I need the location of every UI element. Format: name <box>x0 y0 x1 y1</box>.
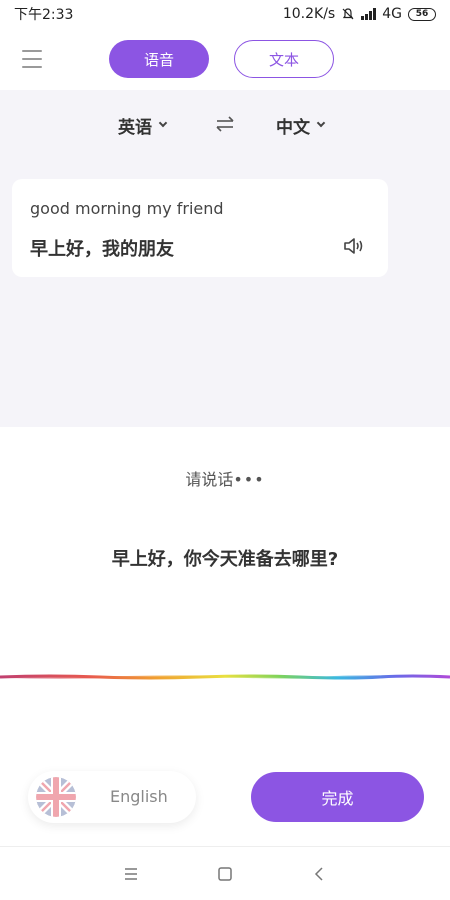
chevron-down-icon <box>316 118 326 128</box>
source-language-select[interactable]: 英语 <box>118 110 168 140</box>
menu-icon[interactable] <box>120 863 142 885</box>
battery-level: 56 <box>415 8 429 19</box>
source-language-label: 英语 <box>118 117 152 138</box>
tab-text[interactable]: 文本 <box>234 40 334 78</box>
system-nav-bar <box>0 846 450 900</box>
language-selector-row: 英语 中文 <box>0 110 450 140</box>
mute-bell-icon <box>342 8 354 20</box>
signal-icon <box>361 8 377 20</box>
source-text: good morning my friend <box>30 199 224 218</box>
translation-card: good morning my friend 早上好，我的朋友 <box>12 179 388 277</box>
translation-panel: 英语 中文 good morning my friend 早上好，我的朋友 <box>0 90 450 427</box>
home-icon[interactable] <box>214 863 236 885</box>
status-time: 下午2:33 <box>14 7 74 23</box>
done-button[interactable]: 完成 <box>251 772 424 822</box>
translated-text: 早上好，我的朋友 <box>30 239 174 260</box>
speech-language-chip[interactable]: English <box>28 771 196 823</box>
voice-waveform <box>0 674 450 680</box>
uk-flag-icon <box>36 777 76 817</box>
top-bar: 语音 文本 <box>0 28 450 90</box>
recognized-speech-text: 早上好，你今天准备去哪里? <box>111 549 339 570</box>
prompt-text: 请说话 <box>185 470 234 489</box>
tab-voice[interactable]: 语音 <box>109 40 209 78</box>
chevron-down-icon <box>158 118 168 128</box>
network-speed: 10.2K/s <box>282 6 336 22</box>
voice-prompt: 请说话••• <box>0 466 450 490</box>
target-language-select[interactable]: 中文 <box>276 110 326 140</box>
speech-language-label: English <box>110 787 168 806</box>
menu-icon[interactable] <box>22 50 42 68</box>
listening-dots: ••• <box>233 470 265 489</box>
target-language-label: 中文 <box>276 117 310 138</box>
speaker-icon[interactable] <box>342 235 366 257</box>
network-type: 4G <box>382 6 402 22</box>
battery-icon: 56 <box>408 7 436 21</box>
swap-icon[interactable] <box>214 113 236 135</box>
status-bar: 下午2:33 10.2K/s 4G 56 <box>0 0 450 28</box>
status-icons: 10.2K/s 4G 56 <box>283 6 436 22</box>
back-icon[interactable] <box>308 863 330 885</box>
